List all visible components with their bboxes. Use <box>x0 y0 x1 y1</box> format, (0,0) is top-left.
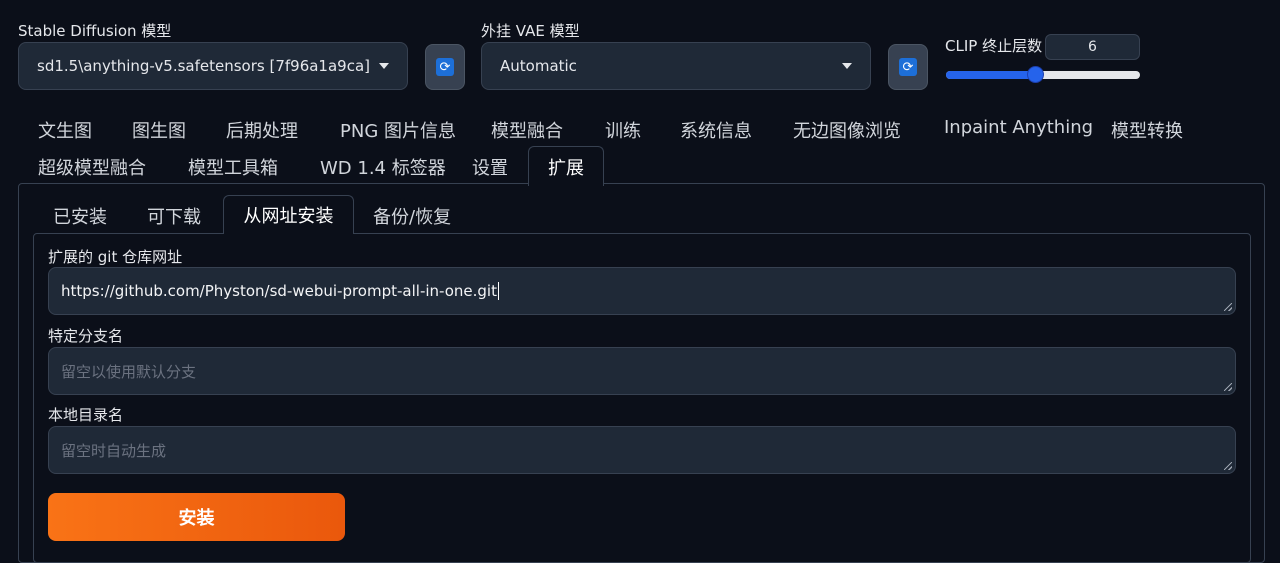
sd-model-dropdown[interactable]: sd1.5\anything-v5.safetensors [7f96a1a9c… <box>18 42 408 90</box>
tab-inpaint-anything[interactable]: Inpaint Anything <box>944 117 1093 138</box>
tab-extras[interactable]: 后期处理 <box>226 117 298 143</box>
text-cursor <box>497 282 499 300</box>
local-dir-placeholder: 留空时自动生成 <box>61 441 167 460</box>
subtab-installed[interactable]: 已安装 <box>53 203 107 229</box>
tab-wd-tagger[interactable]: WD 1.4 标签器 <box>320 154 446 180</box>
branch-placeholder: 留空以使用默认分支 <box>61 362 197 381</box>
subtab-backup-restore[interactable]: 备份/恢复 <box>373 203 451 229</box>
install-button[interactable]: 安装 <box>48 493 345 541</box>
clip-number-input[interactable]: 6 <box>1045 34 1140 60</box>
tab-png-info[interactable]: PNG 图片信息 <box>340 117 456 143</box>
chevron-down-icon <box>842 63 852 69</box>
tab-train[interactable]: 训练 <box>605 117 641 143</box>
local-dir-input[interactable]: 留空时自动生成 <box>48 426 1236 474</box>
tab-extensions[interactable]: 扩展 <box>528 146 604 186</box>
clip-slider-fill <box>946 71 1036 79</box>
sd-model-label: Stable Diffusion 模型 <box>18 22 172 40</box>
git-url-value: https://github.com/Physton/sd-webui-prom… <box>61 282 497 300</box>
refresh-icon: ⟳ <box>436 58 454 76</box>
subtab-install-from-url[interactable]: 从网址安装 <box>223 195 354 234</box>
tab-system-info[interactable]: 系统信息 <box>680 117 752 143</box>
subtab-available[interactable]: 可下载 <box>147 203 201 229</box>
refresh-sd-model-button[interactable]: ⟳ <box>425 44 465 90</box>
sd-model-value: sd1.5\anything-v5.safetensors [7f96a1a9c… <box>37 57 371 75</box>
resize-grip-icon[interactable] <box>1224 303 1232 311</box>
tab-model-convert[interactable]: 模型转换 <box>1111 117 1183 143</box>
resize-grip-icon[interactable] <box>1224 383 1232 391</box>
tab-super-merge[interactable]: 超级模型融合 <box>38 154 146 180</box>
vae-label: 外挂 VAE 模型 <box>481 22 580 40</box>
vae-dropdown[interactable]: Automatic <box>481 42 871 90</box>
local-dir-label: 本地目录名 <box>48 406 124 424</box>
chevron-down-icon <box>379 63 389 69</box>
clip-slider-thumb[interactable] <box>1027 66 1045 83</box>
tab-txt2img[interactable]: 文生图 <box>38 117 92 143</box>
git-url-input[interactable]: https://github.com/Physton/sd-webui-prom… <box>48 267 1236 315</box>
refresh-icon: ⟳ <box>899 58 917 76</box>
tab-img2img[interactable]: 图生图 <box>132 117 186 143</box>
branch-input[interactable]: 留空以使用默认分支 <box>48 347 1236 395</box>
refresh-vae-button[interactable]: ⟳ <box>888 44 928 90</box>
tab-model-merge[interactable]: 模型融合 <box>491 117 563 143</box>
tab-settings[interactable]: 设置 <box>472 154 508 180</box>
git-url-label: 扩展的 git 仓库网址 <box>48 248 183 266</box>
vae-value: Automatic <box>500 57 577 75</box>
clip-label: CLIP 终止层数 <box>945 37 1043 55</box>
resize-grip-icon[interactable] <box>1224 462 1232 470</box>
tab-image-browser[interactable]: 无边图像浏览 <box>793 117 901 143</box>
branch-label: 特定分支名 <box>48 327 124 345</box>
tab-model-toolkit[interactable]: 模型工具箱 <box>188 154 278 180</box>
